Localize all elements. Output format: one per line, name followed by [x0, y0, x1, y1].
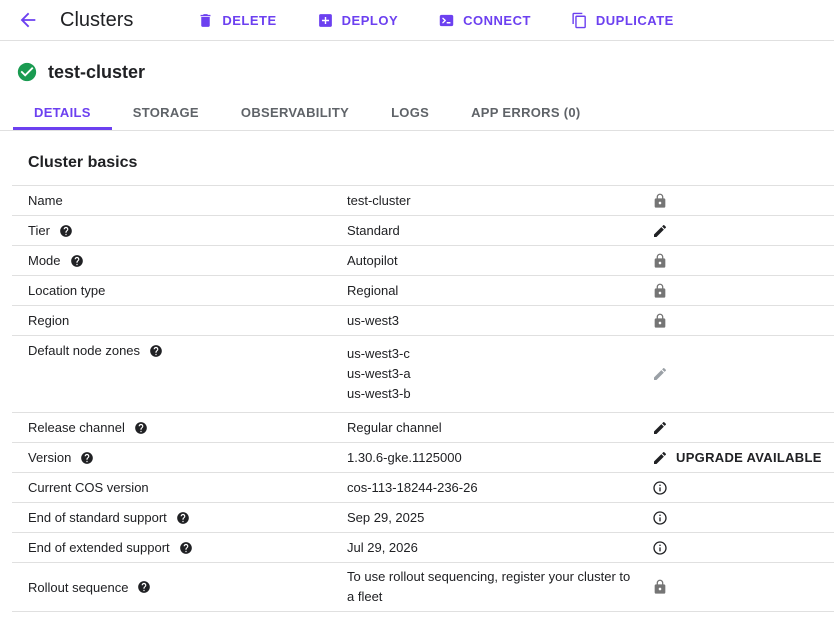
duplicate-button[interactable]: DUPLICATE	[569, 6, 676, 35]
table-row-end-standard-support: End of standard support Sep 29, 2025	[12, 503, 834, 533]
help-icon[interactable]	[80, 451, 94, 465]
table-row-tier: Tier Standard	[12, 216, 834, 246]
upgrade-available-badge[interactable]: UPGRADE AVAILABLE	[676, 450, 822, 465]
row-label: Location type	[28, 283, 105, 298]
row-value: cos-113-18244-236-26	[347, 474, 652, 502]
info-icon[interactable]	[652, 480, 668, 496]
row-value: Sep 29, 2025	[347, 504, 652, 532]
table-row-name: Name test-cluster	[12, 186, 834, 216]
tab-details[interactable]: DETAILS	[13, 97, 112, 130]
table-row-rollout-sequence: Rollout sequence To use rollout sequenci…	[12, 563, 834, 612]
cluster-name: test-cluster	[48, 62, 145, 83]
edit-icon[interactable]	[652, 420, 668, 436]
row-value: Standard	[347, 217, 652, 245]
table-row-release-channel: Release channel Regular channel	[12, 413, 834, 443]
row-label: Region	[28, 313, 69, 328]
row-value: To use rollout sequencing, register your…	[347, 563, 652, 611]
help-icon[interactable]	[149, 344, 163, 358]
tab-app-errors[interactable]: APP ERRORS (0)	[450, 97, 601, 130]
row-value: 1.30.6-gke.1125000	[347, 444, 652, 472]
edit-icon[interactable]	[652, 450, 668, 466]
lock-icon	[652, 313, 668, 329]
row-value: Regular channel	[347, 414, 652, 442]
page-title: Clusters	[60, 9, 133, 32]
row-value: Regional	[347, 277, 652, 305]
cluster-basics-table: Name test-cluster Tier Standard Mode Aut…	[12, 185, 834, 612]
lock-icon	[652, 253, 668, 269]
row-label: End of standard support	[28, 510, 167, 525]
arrow-left-icon	[17, 9, 39, 31]
connect-button[interactable]: CONNECT	[436, 6, 533, 35]
back-button[interactable]	[16, 8, 40, 32]
tab-logs[interactable]: LOGS	[370, 97, 450, 130]
help-icon[interactable]	[176, 511, 190, 525]
help-icon[interactable]	[179, 541, 193, 555]
top-bar: Clusters DELETE DEPLOY CONNECT DUPLICATE	[0, 0, 834, 41]
help-icon[interactable]	[70, 254, 84, 268]
lock-icon	[652, 193, 668, 209]
info-icon[interactable]	[652, 540, 668, 556]
row-label: Release channel	[28, 420, 125, 435]
delete-button[interactable]: DELETE	[195, 6, 278, 35]
row-label: Name	[28, 193, 63, 208]
help-icon[interactable]	[137, 580, 151, 594]
row-label: Current COS version	[28, 480, 149, 495]
row-label: Tier	[28, 223, 50, 238]
row-value: test-cluster	[347, 187, 652, 215]
row-value: us-west3	[347, 307, 652, 335]
help-icon[interactable]	[134, 421, 148, 435]
table-row-location-type: Location type Regional	[12, 276, 834, 306]
row-value: Autopilot	[347, 247, 652, 275]
check-circle-icon	[16, 61, 38, 83]
add-box-icon	[317, 12, 334, 29]
help-icon[interactable]	[59, 224, 73, 238]
cluster-header: test-cluster	[0, 41, 834, 97]
table-row-region: Region us-west3	[12, 306, 834, 336]
delete-button-label: DELETE	[222, 13, 276, 28]
lock-icon	[652, 579, 668, 595]
duplicate-button-label: DUPLICATE	[596, 13, 674, 28]
copy-icon	[571, 12, 588, 29]
edit-icon[interactable]	[652, 223, 668, 239]
row-label: End of extended support	[28, 540, 170, 555]
row-label: Default node zones	[28, 343, 140, 358]
table-row-default-node-zones: Default node zones us-west3-c us-west3-a…	[12, 336, 834, 413]
tab-storage[interactable]: STORAGE	[112, 97, 220, 130]
lock-icon	[652, 283, 668, 299]
tab-observability[interactable]: OBSERVABILITY	[220, 97, 370, 130]
table-row-end-extended-support: End of extended support Jul 29, 2026	[12, 533, 834, 563]
row-value: Jul 29, 2026	[347, 534, 652, 562]
tab-bar: DETAILS STORAGE OBSERVABILITY LOGS APP E…	[0, 97, 834, 131]
action-bar: DELETE DEPLOY CONNECT DUPLICATE	[195, 6, 711, 35]
table-row-mode: Mode Autopilot	[12, 246, 834, 276]
deploy-button[interactable]: DEPLOY	[315, 6, 400, 35]
row-label: Mode	[28, 253, 61, 268]
terminal-icon	[438, 12, 455, 29]
deploy-button-label: DEPLOY	[342, 13, 398, 28]
table-row-version: Version 1.30.6-gke.1125000 UPGRADE AVAIL…	[12, 443, 834, 473]
row-label: Rollout sequence	[28, 580, 128, 595]
connect-button-label: CONNECT	[463, 13, 531, 28]
info-icon[interactable]	[652, 510, 668, 526]
row-value: us-west3-c us-west3-a us-west3-b	[347, 340, 652, 408]
edit-disabled-icon	[652, 366, 668, 382]
row-label: Version	[28, 450, 71, 465]
table-row-cos-version: Current COS version cos-113-18244-236-26	[12, 473, 834, 503]
trash-icon	[197, 12, 214, 29]
section-title: Cluster basics	[28, 154, 834, 172]
